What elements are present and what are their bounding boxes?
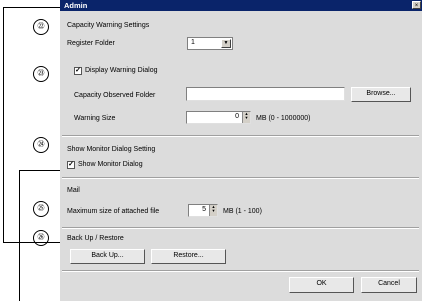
backup-heading: Back Up / Restore [67, 235, 124, 242]
max-attachment-unit: MB (1 - 100) [223, 208, 262, 215]
show-monitor-checkbox[interactable]: ✓ [67, 161, 75, 169]
mail-heading: Mail [67, 187, 80, 194]
callout-24: ㉔ [33, 137, 49, 153]
leader-line [3, 242, 60, 243]
window-title: Admin [64, 1, 88, 10]
divider [62, 270, 419, 272]
restore-button[interactable]: Restore... [151, 249, 226, 264]
max-attachment-label: Maximum size of attached file [67, 208, 160, 215]
spin-arrows-icon[interactable]: ▲ ▼ [209, 205, 217, 216]
callout-26: ㉖ [33, 230, 49, 246]
display-warning-checkbox[interactable]: ✓ [74, 67, 82, 75]
cancel-label: Cancel [378, 280, 400, 287]
chevron-down-icon[interactable]: ▼ [221, 39, 231, 48]
leader-line [3, 7, 60, 8]
register-folder-select[interactable]: 1 ▼ [187, 37, 233, 50]
title-bar: Admin × [60, 0, 422, 11]
divider [62, 227, 419, 229]
divider [62, 177, 419, 179]
backup-button[interactable]: Back Up... [70, 249, 145, 264]
warning-size-input[interactable]: 0 ▲ ▼ [186, 111, 251, 124]
backup-label: Back Up... [91, 252, 124, 259]
browse-button[interactable]: Browse... [351, 87, 411, 102]
restore-label: Restore... [173, 252, 204, 259]
ok-button[interactable]: OK [289, 277, 354, 293]
capacity-heading: Capacity Warning Settings [67, 22, 150, 29]
browse-label: Browse... [366, 90, 396, 97]
callout-25: ㉕ [33, 201, 49, 217]
warning-size-value: 0 [235, 113, 239, 120]
callout-22: ㉒ [33, 19, 49, 35]
leader-line [19, 170, 20, 301]
spin-arrows-icon[interactable]: ▲ ▼ [242, 112, 250, 123]
monitor-heading: Show Monitor Dialog Setting [67, 146, 156, 153]
show-monitor-label: Show Monitor Dialog [78, 161, 143, 168]
observed-folder-label: Capacity Observed Folder [74, 92, 156, 99]
observed-folder-input[interactable] [186, 87, 345, 101]
ok-label: OK [316, 280, 327, 287]
divider [62, 135, 419, 137]
cancel-button[interactable]: Cancel [361, 277, 417, 293]
warning-size-label: Warning Size [74, 115, 116, 122]
register-folder-label: Register Folder [67, 40, 115, 47]
close-icon[interactable]: × [412, 1, 421, 9]
display-warning-label: Display Warning Dialog [85, 67, 158, 74]
warning-size-unit: MB (0 - 1000000) [256, 115, 311, 122]
max-attachment-value: 5 [202, 206, 206, 213]
register-folder-value: 1 [191, 39, 195, 46]
max-attachment-input[interactable]: 5 ▲ ▼ [188, 204, 218, 217]
leader-line [3, 7, 4, 243]
callout-23: ㉓ [33, 66, 49, 82]
